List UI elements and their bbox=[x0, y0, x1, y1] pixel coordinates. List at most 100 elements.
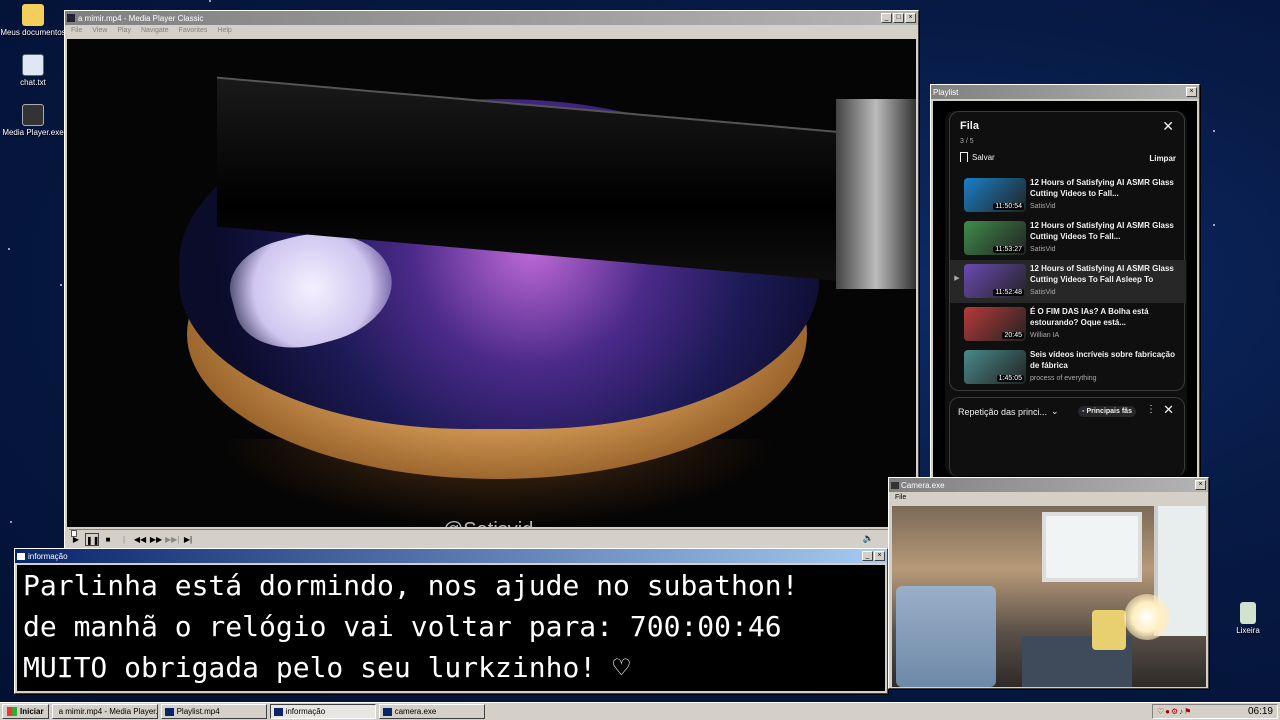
info-line: MUITO obrigada pelo seu lurkzinho! ♡ bbox=[23, 651, 630, 684]
start-label: Iniciar bbox=[20, 707, 44, 716]
fans-label: Principais fãs bbox=[1086, 408, 1132, 415]
info-line: Parlinha está dormindo, nos ajude no sub… bbox=[23, 569, 799, 602]
camera-lamp-glow bbox=[1124, 594, 1170, 640]
video-title: 12 Hours of Satisfying AI ASMR Glass Cut… bbox=[1030, 264, 1174, 284]
taskbar: Iniciar a mimir.mp4 - Media Player... Pl… bbox=[0, 702, 1280, 720]
camera-room-window bbox=[1042, 512, 1142, 582]
queue-item[interactable]: ▶ 11:52:48 12 Hours of Satisfying AI ASMR … bbox=[950, 260, 1186, 303]
desktop-icon-label: Media Player.exe bbox=[2, 128, 64, 137]
video-duration: 20:45 bbox=[1002, 332, 1024, 339]
queue-item[interactable]: 11:50:54 12 Hours of Satisfying AI ASMR G… bbox=[950, 174, 1186, 217]
camera-bed bbox=[896, 586, 996, 687]
info-line: de manhã o relógio vai voltar para: 700:… bbox=[23, 610, 782, 643]
folder-icon bbox=[22, 4, 44, 26]
info-titlebar[interactable]: informação _ × bbox=[15, 549, 887, 563]
video-thumbnail: 11:50:54 bbox=[964, 178, 1026, 212]
media-player-window[interactable]: a mimir.mp4 - Media Player Classic _ □ ×… bbox=[64, 10, 919, 557]
desktop-icon-label: Lixeira bbox=[1236, 626, 1260, 635]
close-button[interactable]: × bbox=[905, 13, 916, 23]
rewind-button[interactable]: ◀◀ bbox=[133, 533, 147, 546]
star bbox=[8, 248, 10, 250]
camera-feed bbox=[892, 506, 1206, 687]
top-fans-chip[interactable]: ▪ Principais fãs bbox=[1078, 406, 1136, 417]
stop-button[interactable]: ■ bbox=[101, 533, 115, 546]
menu-navigate[interactable]: Navigate bbox=[141, 27, 169, 35]
menu-help[interactable]: Help bbox=[217, 27, 231, 35]
desktop-icon-label: Meus documentos bbox=[0, 28, 66, 37]
previous-button[interactable]: |◀◀ bbox=[117, 533, 131, 557]
taskbar-item-info[interactable]: informação bbox=[269, 704, 376, 719]
taskbar-item-media-player[interactable]: a mimir.mp4 - Media Player... bbox=[51, 704, 158, 719]
video-title: Seis vídeos incríveis sobre fabricação d… bbox=[1030, 350, 1175, 370]
forward-button[interactable]: ▶▶ bbox=[149, 533, 163, 546]
queue-item[interactable]: 20:45 É O FIM DAS IAs? A Bolha está estou… bbox=[950, 303, 1186, 346]
menu-favorites[interactable]: Favorites bbox=[179, 27, 208, 35]
video-channel: Willian IA bbox=[1030, 332, 1060, 339]
fans-icon: ▪ bbox=[1082, 408, 1085, 415]
menu-view[interactable]: View bbox=[92, 27, 107, 35]
now-playing-indicator bbox=[950, 217, 964, 260]
video-duration: 11:53:27 bbox=[993, 246, 1024, 253]
play-button[interactable]: ▶ bbox=[69, 533, 83, 546]
minimize-button[interactable]: _ bbox=[862, 551, 873, 561]
next-button[interactable]: ▶▶| bbox=[165, 533, 179, 546]
close-icon[interactable]: ✕ bbox=[1163, 402, 1174, 418]
chevron-down-icon: ⌄ bbox=[1051, 406, 1059, 416]
info-window[interactable]: informação _ × Parlinha está dormindo, n… bbox=[14, 548, 888, 694]
desktop-icon-recycle-bin[interactable]: Lixeira bbox=[1215, 602, 1280, 635]
menu-play[interactable]: Play bbox=[117, 27, 131, 35]
live-chat-bar: Repetição das princi... ⌄ ▪ Principais f… bbox=[949, 397, 1185, 477]
video-title: 12 Hours of Satisfying AI ASMR Glass Cut… bbox=[1030, 221, 1174, 241]
media-player-titlebar[interactable]: a mimir.mp4 - Media Player Classic _ □ × bbox=[65, 11, 918, 25]
system-tray: ♡●⚙♪⚑ 06:19 bbox=[1152, 704, 1278, 719]
more-options-icon[interactable]: ⋮ bbox=[1146, 404, 1156, 415]
close-icon[interactable]: ✕ bbox=[1162, 118, 1174, 135]
app-icon bbox=[17, 552, 25, 560]
star bbox=[1213, 130, 1215, 132]
tray-icons[interactable]: ♡●⚙♪⚑ bbox=[1157, 707, 1192, 716]
playlist-window[interactable]: Playlist × Fila 3 / 5 ✕ Salvar Limpar 11… bbox=[930, 84, 1200, 479]
queue-card: Fila 3 / 5 ✕ Salvar Limpar 11:50:54 12 Ho… bbox=[949, 111, 1186, 391]
youtube-queue-panel: Fila 3 / 5 ✕ Salvar Limpar 11:50:54 12 Ho… bbox=[945, 111, 1187, 477]
menu-file[interactable]: File bbox=[71, 27, 82, 35]
info-app-icon bbox=[273, 707, 283, 716]
bookmark-icon bbox=[960, 152, 968, 162]
desktop-icon-my-documents[interactable]: Meus documentos bbox=[0, 4, 66, 37]
desktop-icon-chat-txt[interactable]: chat.txt bbox=[0, 54, 66, 87]
video-area[interactable]: @Satisvid bbox=[67, 39, 916, 527]
queue-title: Fila bbox=[960, 120, 979, 132]
close-button[interactable]: × bbox=[1195, 480, 1206, 490]
minimize-button[interactable]: _ bbox=[881, 13, 892, 23]
taskbar-item-camera[interactable]: camera.exe bbox=[378, 704, 485, 719]
window-title: informação bbox=[28, 551, 68, 561]
close-button[interactable]: × bbox=[1186, 87, 1197, 97]
queue-item[interactable]: 11:53:27 12 Hours of Satisfying AI ASMR G… bbox=[950, 217, 1186, 260]
repeat-selector[interactable]: Repetição das princi... ⌄ bbox=[958, 406, 1059, 417]
video-channel: SatisVid bbox=[1030, 246, 1056, 253]
camera-window[interactable]: Camera.exe × File bbox=[888, 477, 1209, 689]
window-title: Camera.exe bbox=[901, 480, 945, 490]
save-label: Salvar bbox=[972, 152, 995, 162]
now-playing-indicator bbox=[950, 303, 964, 346]
maximize-button[interactable]: □ bbox=[893, 13, 904, 23]
now-playing-indicator bbox=[950, 174, 964, 217]
taskbar-item-playlist[interactable]: Playlist.mp4 bbox=[160, 704, 267, 719]
start-button[interactable]: Iniciar bbox=[2, 704, 49, 719]
playlist-titlebar[interactable]: Playlist × bbox=[931, 85, 1199, 99]
desktop-icon-media-player[interactable]: Media Player.exe bbox=[0, 104, 66, 137]
pause-button[interactable]: ❚❚ bbox=[85, 532, 99, 546]
info-text-area: Parlinha está dormindo, nos ajude no sub… bbox=[17, 565, 885, 691]
camera-titlebar[interactable]: Camera.exe × bbox=[889, 478, 1208, 492]
frame-step-button[interactable]: ▶| bbox=[181, 533, 195, 546]
queue-item[interactable]: 1:45:05 Seis vídeos incríveis sobre fabri… bbox=[950, 346, 1186, 389]
menu-file[interactable]: File bbox=[895, 494, 906, 502]
video-watermark: @Satisvid bbox=[443, 519, 533, 527]
windows-logo-icon bbox=[7, 707, 17, 716]
star bbox=[10, 521, 12, 523]
clear-button[interactable]: Limpar bbox=[1149, 154, 1176, 163]
close-button[interactable]: × bbox=[874, 551, 885, 561]
save-button[interactable]: Salvar bbox=[960, 152, 995, 162]
desktop-icon-label: chat.txt bbox=[20, 78, 46, 87]
menubar: File View Play Navigate Favorites Help bbox=[65, 25, 918, 37]
volume-icon[interactable]: 🔈 bbox=[863, 533, 874, 544]
